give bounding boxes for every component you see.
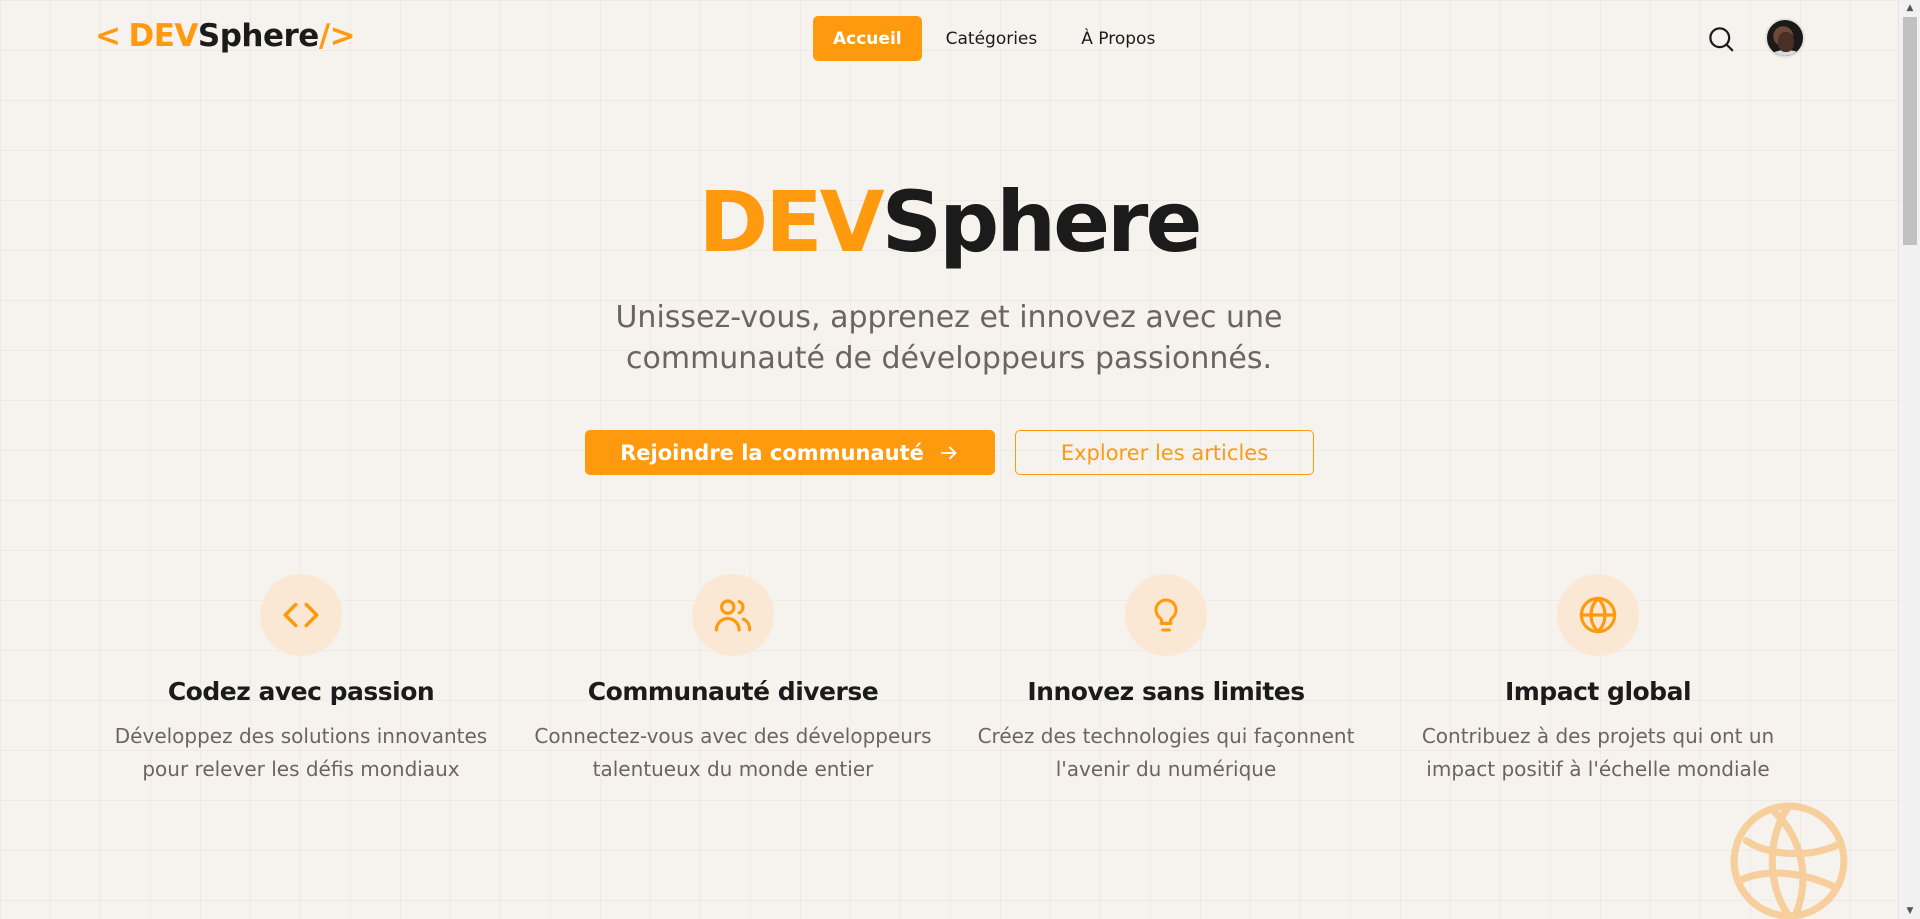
feature-card-code: Codez avec passion Développez des soluti… [101, 574, 501, 786]
feature-icon-circle [692, 574, 774, 656]
users-icon [714, 599, 752, 632]
feature-description: Développez des solutions innovantes pour… [114, 724, 488, 781]
hero-title: DEVSphere [0, 172, 1898, 272]
search-button[interactable] [1706, 24, 1736, 54]
page: < DEV Sphere / > Accueil Catégories À Pr… [0, 0, 1920, 919]
feature-title: Innovez sans limites [1027, 677, 1305, 706]
feature-icon-circle [1125, 574, 1207, 656]
scroll-up-arrow-icon[interactable]: ▲ [1899, 0, 1920, 16]
feature-description: Contribuez à des projets qui ont un impa… [1421, 724, 1775, 781]
arrow-right-icon [940, 446, 957, 459]
vertical-scrollbar[interactable]: ▲ ▼ [1898, 0, 1920, 919]
decorative-globe-icon [1730, 802, 1848, 919]
logo-close-bracket: > [329, 18, 356, 54]
feature-title: Codez avec passion [167, 677, 435, 706]
logo-sphere: Sphere [197, 18, 319, 54]
main-nav: Accueil Catégories À Propos [813, 16, 1177, 61]
search-icon [1709, 27, 1734, 52]
logo-dev: DEV [128, 18, 198, 54]
hero-title-sphere: Sphere [881, 173, 1203, 271]
join-community-label: Rejoindre la communauté [620, 440, 924, 465]
feature-icon-circle [260, 574, 342, 656]
feature-title: Impact global [1504, 677, 1692, 706]
site-logo[interactable]: < DEV Sphere / > [95, 18, 356, 54]
feature-title: Communauté diverse [587, 677, 879, 706]
feature-description: Connectez-vous avec des développeurs tal… [534, 724, 932, 781]
nav-item-categories[interactable]: Catégories [924, 16, 1060, 61]
nav-item-accueil[interactable]: Accueil [813, 16, 922, 61]
explore-articles-button[interactable]: Explorer les articles [1015, 430, 1314, 475]
scrollbar-thumb[interactable] [1903, 17, 1917, 245]
hero-title-dev: DEV [698, 173, 885, 271]
site-header: < DEV Sphere / > Accueil Catégories À Pr… [0, 0, 1898, 76]
feature-card-community: Communauté diverse Connectez-vous avec d… [533, 574, 933, 786]
logo-open-bracket: < [95, 18, 121, 54]
globe-icon [1579, 596, 1617, 634]
feature-icon-circle [1557, 574, 1639, 656]
user-avatar[interactable] [1765, 18, 1805, 58]
lightbulb-icon [1154, 598, 1178, 632]
scroll-down-arrow-icon[interactable]: ▼ [1899, 903, 1920, 919]
nav-item-a-propos[interactable]: À Propos [1059, 16, 1177, 61]
logo-slash: / [318, 18, 330, 54]
avatar-face [1778, 32, 1794, 52]
feature-card-impact: Impact global Contribuez à des projets q… [1398, 574, 1798, 786]
hero-subtitle: Unissez-vous, apprenez et innovez avec u… [615, 300, 1283, 376]
feature-description: Créez des technologies qui façonnent l'a… [977, 724, 1355, 781]
feature-card-innovate: Innovez sans limites Créez des technolog… [966, 574, 1366, 786]
explore-articles-label: Explorer les articles [1060, 440, 1269, 465]
code-icon [283, 602, 319, 628]
join-community-button[interactable]: Rejoindre la communauté [585, 430, 995, 475]
